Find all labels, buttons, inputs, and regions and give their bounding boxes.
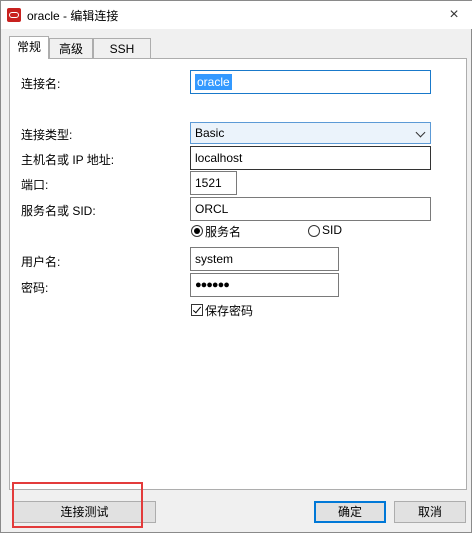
- tab-ssh[interactable]: SSH: [93, 38, 151, 58]
- title-bar[interactable]: oracle - 编辑连接 ×: [1, 1, 473, 29]
- radio-service-name-label: 服务名: [205, 225, 242, 239]
- ok-button[interactable]: 确定: [314, 501, 386, 523]
- radio-service-name[interactable]: [191, 225, 203, 237]
- connection-type-value: Basic: [195, 126, 225, 140]
- annotation-highlight-box: [12, 482, 143, 528]
- host-label: 主机名或 IP 地址:: [21, 153, 115, 167]
- username-input[interactable]: system: [190, 247, 339, 271]
- connection-name-label: 连接名:: [21, 77, 61, 91]
- oracle-app-icon: [7, 8, 21, 22]
- connection-type-label: 连接类型:: [21, 128, 73, 142]
- window-title: oracle - 编辑连接: [27, 9, 119, 23]
- host-input[interactable]: localhost: [190, 146, 431, 170]
- username-label: 用户名:: [21, 255, 61, 269]
- service-label: 服务名或 SID:: [21, 204, 96, 218]
- chevron-down-icon: [415, 127, 426, 138]
- port-input[interactable]: 1521: [190, 171, 237, 195]
- close-button[interactable]: ×: [441, 5, 467, 25]
- port-label: 端口:: [21, 178, 49, 192]
- save-password-label: 保存密码: [205, 304, 254, 318]
- general-tab-panel: 连接名: oracle 连接类型: Basic 主机名或 IP 地址: loca…: [9, 58, 467, 490]
- connection-name-value: oracle: [195, 74, 232, 90]
- edit-connection-dialog: oracle - 编辑连接 × 常规 高级 SSH 连接名: oracle 连接…: [0, 0, 473, 533]
- connection-name-input[interactable]: oracle: [190, 70, 431, 94]
- cancel-button[interactable]: 取消: [394, 501, 466, 523]
- password-label: 密码:: [21, 281, 49, 295]
- radio-sid[interactable]: [308, 225, 320, 237]
- connection-type-select[interactable]: Basic: [190, 122, 431, 144]
- password-input[interactable]: ●●●●●●: [190, 273, 339, 297]
- service-input[interactable]: ORCL: [190, 197, 431, 221]
- radio-sid-label: SID: [322, 223, 343, 237]
- tab-general[interactable]: 常规: [9, 36, 49, 59]
- tab-advanced[interactable]: 高级: [49, 38, 93, 58]
- save-password-checkbox[interactable]: [191, 304, 203, 316]
